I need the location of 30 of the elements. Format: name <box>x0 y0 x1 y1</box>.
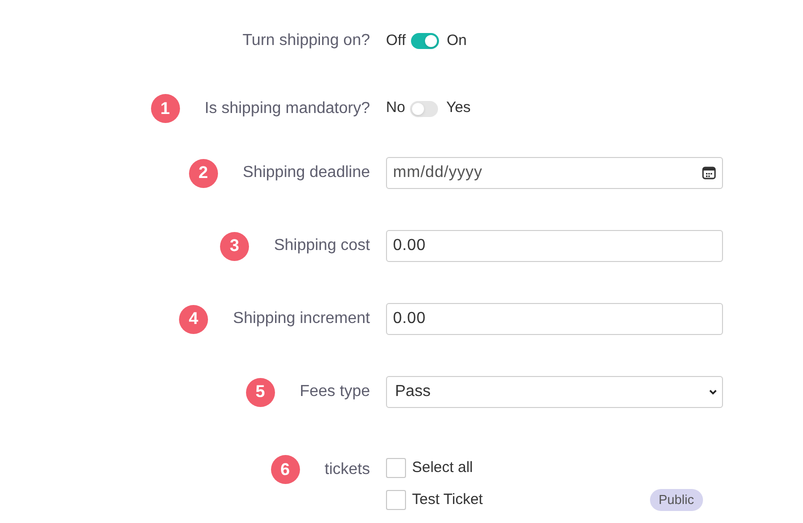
step-number-badge: 1 <box>150 94 180 123</box>
field-label: Shipping cost <box>274 236 370 256</box>
checkbox-label: Select all <box>412 458 473 478</box>
off-label: Off <box>386 30 406 51</box>
calendar-icon[interactable] <box>702 166 716 180</box>
step-number-badge: 3 <box>220 232 249 260</box>
field-label: Fees type <box>300 382 370 402</box>
checkbox[interactable] <box>386 458 406 478</box>
field-label: Shipping increment <box>233 309 370 329</box>
checkbox-label: Test Ticket <box>412 490 483 510</box>
on-label: On <box>446 30 467 51</box>
toggle-switch[interactable] <box>410 33 439 49</box>
toggle-switch[interactable] <box>410 100 438 116</box>
select-field[interactable]: Pass <box>386 376 723 408</box>
field-label: tickets <box>324 460 370 480</box>
step-number-badge: 6 <box>270 455 300 484</box>
status-tag: Public <box>650 489 703 510</box>
step-number-badge: 4 <box>179 304 208 334</box>
date-field[interactable]: mm/dd/yyyy <box>386 157 723 189</box>
chevron-down-icon[interactable] <box>708 387 718 397</box>
text-field[interactable]: 0.00 <box>386 303 723 335</box>
on-label: Yes <box>446 98 471 118</box>
field-label: Shipping deadline <box>242 163 370 183</box>
field-label: Turn shipping on? <box>242 31 370 51</box>
checkbox[interactable] <box>386 490 406 510</box>
step-number-badge: 2 <box>188 158 218 188</box>
field-label: Is shipping mandatory? <box>204 98 370 118</box>
off-label: No <box>386 98 406 118</box>
text-field[interactable]: 0.00 <box>386 230 723 262</box>
step-number-badge: 5 <box>246 378 275 406</box>
